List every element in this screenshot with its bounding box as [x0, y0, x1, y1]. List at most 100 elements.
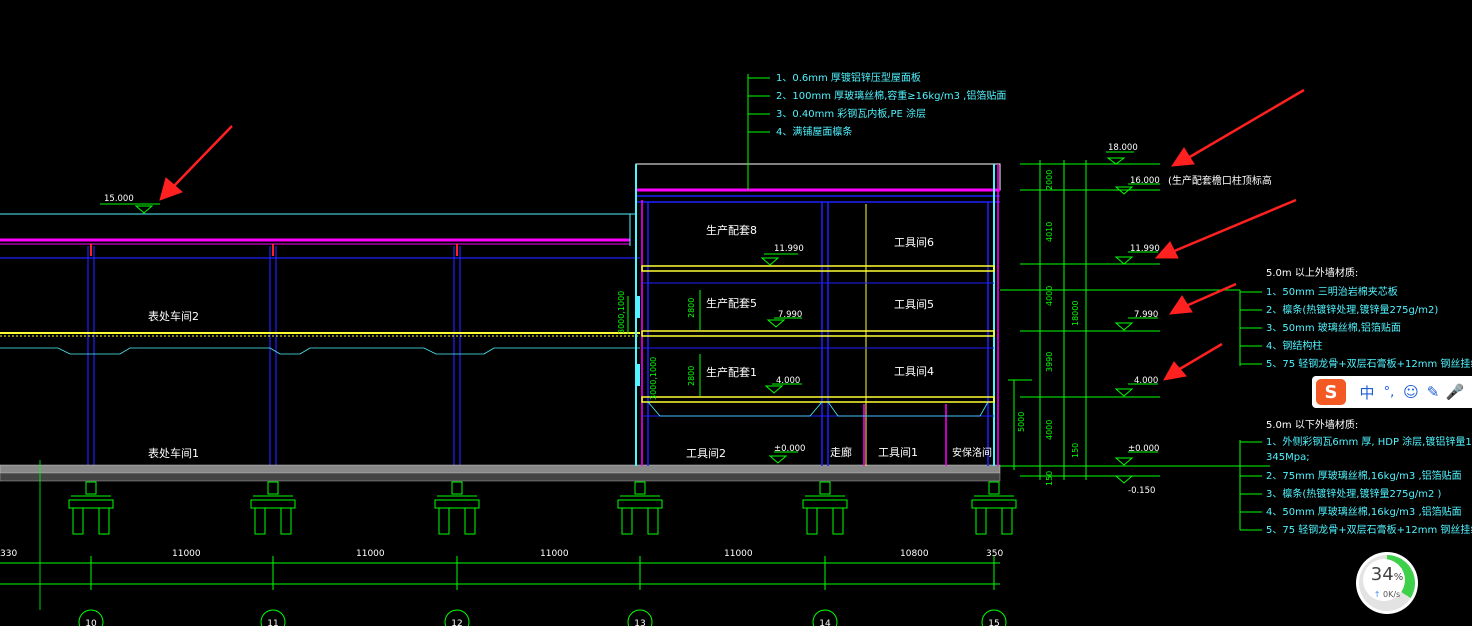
dim-h-3: 11000 [540, 549, 569, 559]
elev-l1: 4.000 [1134, 376, 1158, 386]
elevation-marks [1000, 160, 1270, 480]
wall-below-5: 5、75 轻钢龙骨+双层石膏板+12mm 钢丝挂线 [1266, 523, 1472, 536]
room-support1: 生产配套1 [706, 365, 757, 379]
dim-h-6: 350 [986, 549, 1003, 559]
wall-above-2: 2、檩条(热镀锌处理,镀锌量275g/m2) [1266, 303, 1438, 316]
room-workshop2: 表处车间2 [148, 309, 199, 323]
ime-emoji-icon[interactable]: ☺ [1400, 379, 1422, 405]
dim-v-2800a: 2800 [687, 298, 696, 318]
dim-v-300: 3000,1000 [617, 291, 626, 334]
elev-l3: 11.990 [1130, 244, 1160, 254]
wall-below-2: 2、75mm 厚玻璃丝棉,16kg/m3 ,铝箔贴面 [1266, 469, 1462, 482]
ime-microphone-icon[interactable]: 🎤 [1444, 379, 1466, 405]
foundation-group [68, 481, 1017, 535]
red-arrow-2 [1171, 88, 1305, 167]
pile-foundation [434, 481, 480, 535]
wall-above-4: 4、钢结构柱 [1266, 339, 1322, 352]
elev-left-roof: 15.000 [104, 194, 134, 204]
elev-eave-note: (生产配套檐口柱顶标高 [1168, 174, 1272, 187]
usage-percent: 34% [1370, 564, 1404, 585]
dim-v-4000: 4000 [1045, 286, 1054, 306]
elev-below: -0.150 [1128, 486, 1155, 496]
axis-label: 13 [634, 619, 645, 626]
axis-label: 11 [267, 619, 278, 626]
horizontal-dimensions [0, 562, 1000, 585]
elev-inner-ground: ±0.000 [774, 444, 805, 454]
dim-v-3990: 3990 [1045, 352, 1054, 372]
wall-below-1: 1、外侧彩钢瓦6mm 厚, HDP 涂层,镀铝锌量150g [1266, 435, 1472, 448]
wall-below-title: 5.0m 以下外墙材质: [1266, 418, 1358, 431]
pile-foundation [802, 481, 848, 535]
roof-note-1: 1、0.6mm 厚镀铝锌压型屋面板 [776, 71, 921, 84]
cad-drawing-canvas[interactable]: 10 11 12 13 14 15 330 11000 11000 11000 11000… [0, 0, 1472, 626]
dim-v-5000: 5000 [1017, 412, 1026, 432]
pile-foundation [68, 481, 114, 535]
axis-label: 12 [451, 619, 462, 626]
ime-language-toggle[interactable]: 中 [1356, 379, 1378, 405]
ime-handwriting-icon[interactable]: ✎ [1422, 379, 1444, 405]
wall-notes-below: 5.0m 以下外墙材质: 1、外侧彩钢瓦6mm 厚, HDP 涂层,镀铝锌量15… [1239, 418, 1472, 536]
horizontal-dimension-labels: 330 11000 11000 11000 11000 10800 350 [0, 549, 1003, 559]
elev-l2: 7.990 [1134, 310, 1158, 320]
roof-note-3: 3、0.40mm 彩钢瓦内板,PE 涂层 [776, 107, 926, 120]
wall-below-4: 4、50mm 厚玻璃丝棉,16kg/m3 ,铝箔贴面 [1266, 505, 1462, 518]
dim-h-2: 11000 [356, 549, 385, 559]
dim-h-0: 330 [0, 549, 17, 559]
axis-label: 14 [819, 619, 831, 626]
pile-foundation [617, 481, 663, 535]
wall-above-5: 5、75 轻钢龙骨+双层石膏板+12mm 钢丝挂线 [1266, 357, 1472, 370]
dim-v-2800b: 2800 [687, 366, 696, 386]
dim-v-18000: 18000 [1071, 301, 1080, 326]
upload-speed: ↑ 0K/s [1373, 590, 1401, 599]
axis-label: 15 [988, 619, 999, 626]
room-tool5: 工具间5 [894, 298, 934, 311]
elev-inner-l3: 11.990 [774, 244, 804, 254]
axis-label: 10 [85, 619, 97, 626]
room-workshop1: 表处车间1 [148, 446, 199, 460]
dim-v-150b: 150 [1071, 443, 1080, 458]
dim-v-150: 150 [1045, 471, 1054, 486]
wall-above-title: 5.0m 以上外墙材质: [1266, 266, 1358, 279]
red-arrow-3 [1154, 198, 1297, 259]
room-tool4: 工具间4 [894, 365, 934, 378]
room-support5: 生产配套5 [706, 296, 757, 310]
ime-punctuation-toggle[interactable]: °, [1378, 379, 1400, 405]
room-support8: 生产配套8 [706, 223, 757, 237]
dim-v-4010: 4010 [1045, 222, 1054, 242]
elev-eave: 16.000 [1130, 176, 1160, 186]
room-tool1: 工具间1 [878, 446, 918, 459]
room-tool2: 工具间2 [686, 447, 726, 460]
roof-note-4: 4、满铺屋面檩条 [776, 125, 852, 138]
ime-toolbar[interactable]: S 中 °, ☺ ✎ 🎤 [1312, 376, 1472, 408]
dim-v-300b: 3000,1000 [649, 357, 658, 400]
vertical-dimension-labels: 2000 4010 4000 3990 4000 150 18000 150 5… [617, 170, 1080, 486]
red-arrow-1 [159, 125, 233, 201]
room-tool6: 工具间6 [894, 236, 934, 249]
axis-grid: 10 11 12 13 14 15 [39, 460, 1007, 626]
dim-v-2000: 2000 [1045, 170, 1054, 190]
elev-ground: ±0.000 [1128, 444, 1159, 454]
wall-below-1b: 345Mpa; [1266, 452, 1310, 463]
dim-h-5: 10800 [900, 549, 929, 559]
room-corridor: 走廊 [830, 445, 852, 459]
network-monitor-widget[interactable]: 34% ↑ 0K/s [1356, 552, 1418, 614]
elev-top: 18.000 [1108, 143, 1138, 153]
wall-below-3: 3、檩条(热镀锌处理,镀锌量275g/m2 ) [1266, 487, 1442, 500]
pile-foundation [250, 481, 296, 535]
room-security: 安保洛间 [952, 446, 992, 459]
elev-inner-l2: 7.990 [778, 310, 802, 320]
elev-inner-l1: 4.000 [776, 376, 800, 386]
dim-h-4: 11000 [724, 549, 753, 559]
roof-notes: 1、0.6mm 厚镀铝锌压型屋面板 2、100mm 厚玻璃丝棉,容重≥16kg/… [747, 71, 1006, 190]
roof-note-2: 2、100mm 厚玻璃丝棉,容重≥16kg/m3 ,铝箔贴面 [776, 89, 1006, 102]
dim-h-1: 11000 [172, 549, 201, 559]
ime-logo-icon[interactable]: S [1316, 379, 1346, 405]
elevation-lines [100, 151, 1160, 453]
wall-above-3: 3、50mm 玻璃丝棉,铝箔贴面 [1266, 321, 1401, 334]
red-arrow-4 [1169, 282, 1237, 315]
pile-foundation [971, 481, 1017, 535]
red-arrow-5 [1163, 342, 1223, 381]
wall-above-1: 1、50mm 三明治岩棉夹芯板 [1266, 285, 1398, 298]
upload-arrow-icon: ↑ [1373, 590, 1381, 599]
dim-v-4000b: 4000 [1045, 420, 1054, 440]
